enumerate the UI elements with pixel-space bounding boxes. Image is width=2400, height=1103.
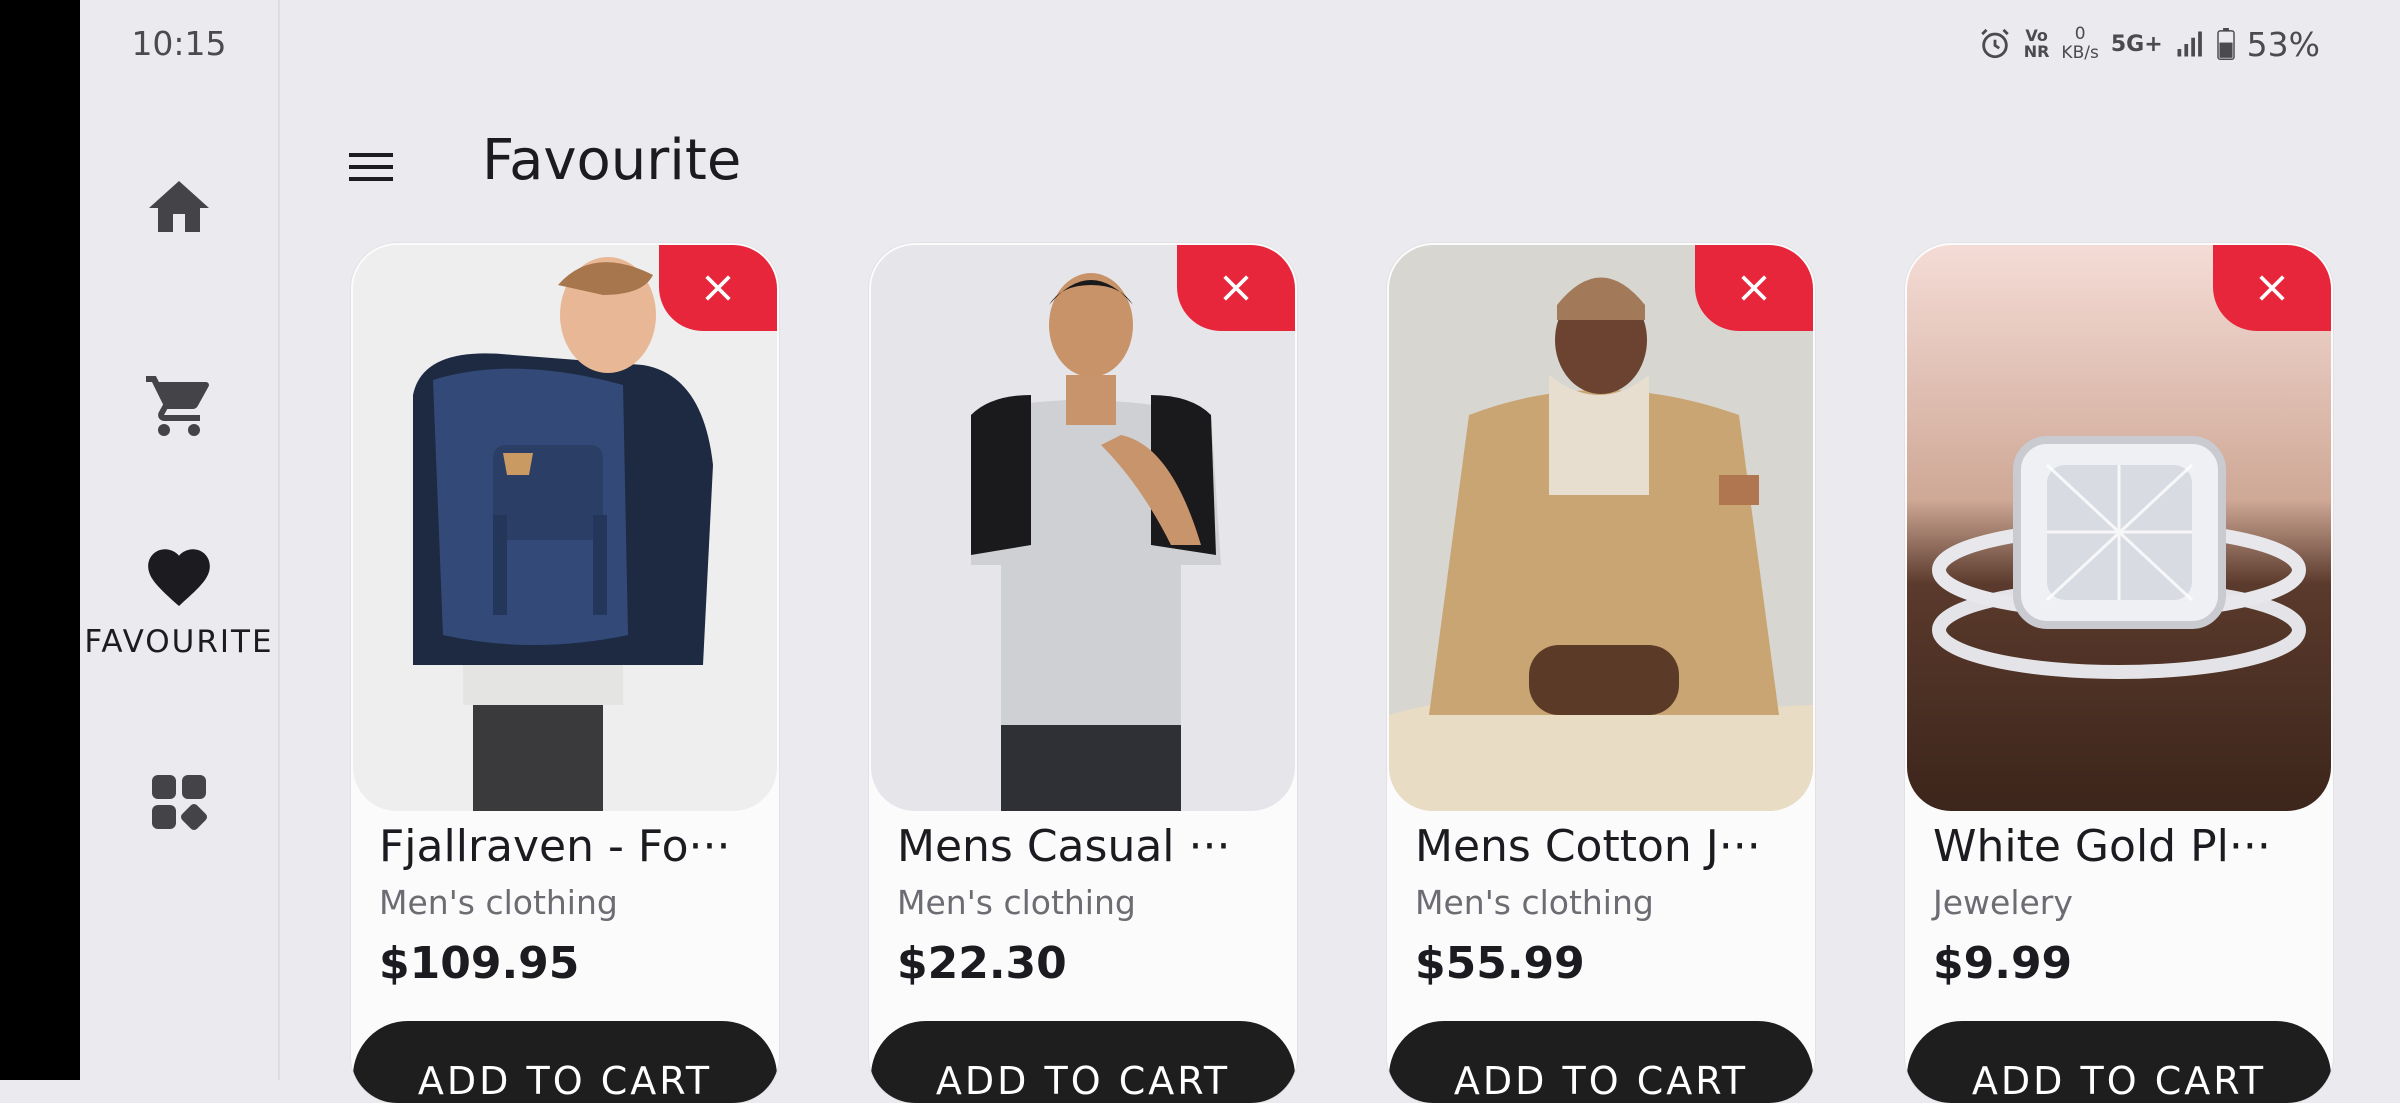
alarm-icon	[1980, 28, 2009, 59]
product-card[interactable]: Mens Cotton J··· Men's clothing $55.99 A…	[1387, 243, 1815, 1103]
product-title: Mens Cotton J···	[1415, 821, 1761, 872]
hamburger-icon	[349, 153, 393, 181]
product-title: Mens Casual ···	[897, 821, 1231, 872]
product-category: Men's clothing	[1415, 883, 1654, 922]
product-card[interactable]: White Gold Pl··· Jewelery $9.99 ADD TO C…	[1905, 243, 2333, 1103]
close-icon	[2259, 275, 2285, 301]
close-icon	[705, 275, 731, 301]
product-category: Jewelery	[1933, 883, 2073, 922]
menu-button[interactable]	[346, 142, 396, 192]
remove-favourite-button[interactable]	[1177, 245, 1295, 331]
speed-unit: KB/s	[2061, 43, 2099, 63]
product-price: $22.30	[897, 938, 1067, 989]
product-category: Men's clothing	[897, 883, 1136, 922]
remove-favourite-button[interactable]	[1695, 245, 1813, 331]
add-to-cart-button[interactable]: ADD TO CART	[871, 1021, 1295, 1103]
volte-indicator: Vo NR	[2024, 28, 2050, 60]
cart-icon	[146, 376, 209, 436]
nav-item-categories[interactable]	[80, 766, 278, 838]
product-title: Fjallraven - Fo···	[379, 821, 731, 872]
product-title: White Gold Pl···	[1933, 821, 2271, 872]
remove-favourite-button[interactable]	[659, 245, 777, 331]
nav-item-home[interactable]	[80, 172, 278, 244]
navigation-rail: 10:15 FAVOURITE	[80, 0, 280, 1080]
add-to-cart-button[interactable]: ADD TO CART	[353, 1021, 777, 1103]
grid-icon	[152, 775, 207, 830]
nav-item-favourite[interactable]: FAVOURITE	[80, 540, 278, 660]
battery-percent: 53%	[2246, 24, 2320, 64]
volte-bottom: NR	[2023, 42, 2050, 61]
page-title: Favourite	[482, 128, 742, 193]
product-price: $55.99	[1415, 938, 1585, 989]
product-card[interactable]: Mens Casual ··· Men's clothing $22.30 AD…	[869, 243, 1297, 1103]
product-price: $9.99	[1933, 938, 2073, 989]
network-type: 5G+	[2110, 31, 2163, 57]
network-speed: 0 KB/s	[2061, 25, 2098, 63]
heart-icon	[148, 549, 210, 606]
speed-value: 0	[2074, 24, 2086, 44]
signal-icon	[2177, 31, 2202, 57]
remove-favourite-button[interactable]	[2213, 245, 2331, 331]
add-to-cart-button[interactable]: ADD TO CART	[1907, 1021, 2331, 1103]
product-category: Men's clothing	[379, 883, 618, 922]
status-bar: Vo NR 0 KB/s 5G+ 53%	[1978, 22, 2320, 66]
battery-icon	[2216, 28, 2235, 60]
product-card[interactable]: Fjallraven - Fo··· Men's clothing $109.9…	[351, 243, 779, 1103]
add-to-cart-button[interactable]: ADD TO CART	[1389, 1021, 1813, 1103]
product-price: $109.95	[379, 938, 580, 989]
nav-item-cart[interactable]	[80, 370, 278, 442]
close-icon	[1223, 275, 1249, 301]
screen-edge	[0, 0, 80, 1080]
close-icon	[1741, 275, 1767, 301]
nav-label-favourite: FAVOURITE	[84, 624, 274, 660]
status-time: 10:15	[131, 24, 227, 63]
home-icon	[149, 181, 209, 232]
